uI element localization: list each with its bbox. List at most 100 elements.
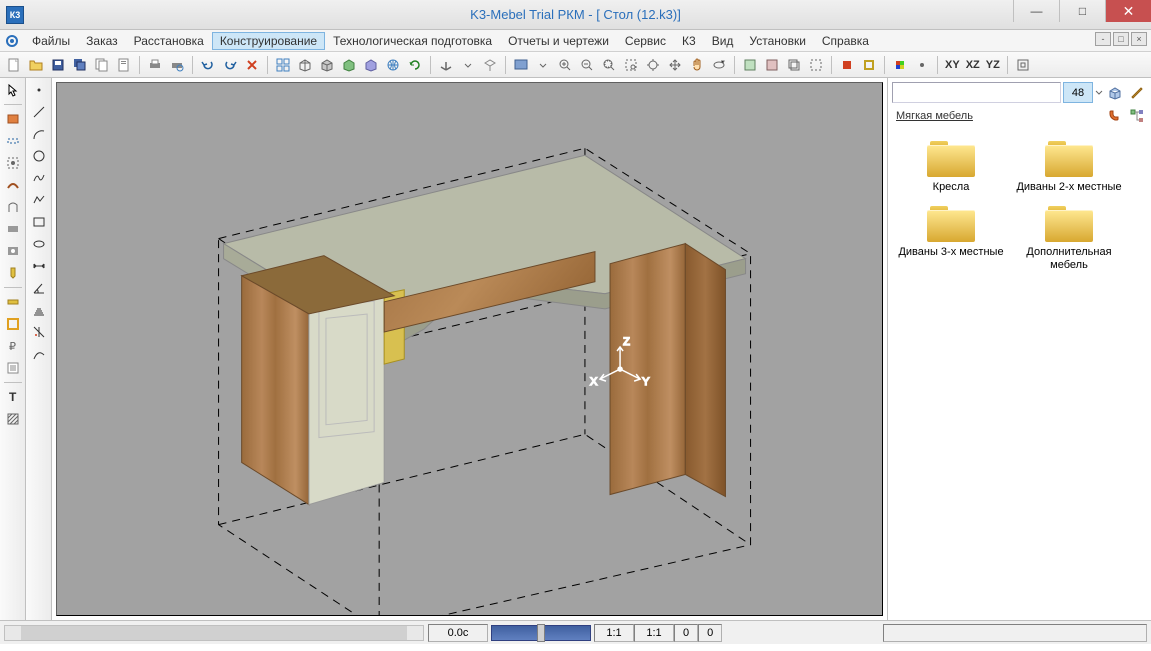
open-file-icon[interactable]	[26, 55, 46, 75]
layers-icon[interactable]	[784, 55, 804, 75]
extrude-icon[interactable]	[3, 197, 23, 217]
dot-icon[interactable]	[912, 55, 932, 75]
spline-icon[interactable]	[29, 168, 49, 188]
phone-icon[interactable]	[1105, 106, 1125, 126]
print-icon[interactable]	[145, 55, 165, 75]
cube-icon[interactable]	[1105, 83, 1125, 103]
plane-xy-button[interactable]: XY	[943, 59, 962, 71]
pan-icon[interactable]	[665, 55, 685, 75]
ellipse-icon[interactable]	[29, 234, 49, 254]
menu-расстановка[interactable]: Расстановка	[126, 32, 212, 50]
angle-icon[interactable]	[29, 278, 49, 298]
color-picker-icon[interactable]	[890, 55, 910, 75]
polyline-icon[interactable]	[29, 190, 49, 210]
dropdown-icon[interactable]	[1095, 82, 1103, 103]
text-icon[interactable]: T	[3, 387, 23, 407]
zoom-fit-icon[interactable]	[599, 55, 619, 75]
library-folder[interactable]: Диваны 2-х местные	[1014, 137, 1124, 194]
snap-icon[interactable]	[480, 55, 500, 75]
trim-icon[interactable]	[29, 322, 49, 342]
minimize-button[interactable]: —	[1013, 0, 1059, 22]
extend-icon[interactable]	[29, 344, 49, 364]
extents-icon[interactable]	[1013, 55, 1033, 75]
screen-icon[interactable]	[511, 55, 531, 75]
print-preview-icon[interactable]	[167, 55, 187, 75]
shade-icon[interactable]	[29, 300, 49, 320]
menu-отчеты и чертежи[interactable]: Отчеты и чертежи	[500, 32, 617, 50]
box-green-icon[interactable]	[339, 55, 359, 75]
3d-viewport[interactable]: Z X Y	[56, 82, 883, 616]
mdi-minimize-button[interactable]: -	[1095, 32, 1111, 46]
zoom-out-icon[interactable]	[577, 55, 597, 75]
menu-сервис[interactable]: Сервис	[617, 32, 674, 50]
gray-panel-icon[interactable]	[3, 219, 23, 239]
line-icon[interactable]	[29, 102, 49, 122]
save-all-icon[interactable]	[70, 55, 90, 75]
library-count-badge[interactable]: 48	[1063, 82, 1093, 103]
curve-panel-icon[interactable]	[3, 175, 23, 195]
library-category-tab[interactable]: Мягкая мебель	[892, 108, 1103, 124]
red-flag-icon[interactable]	[837, 55, 857, 75]
close-button[interactable]: ✕	[1105, 0, 1151, 22]
hatch-icon[interactable]	[3, 409, 23, 429]
horizontal-scrollbar[interactable]	[4, 625, 424, 641]
status-slider[interactable]	[491, 625, 591, 641]
view-save-icon[interactable]	[740, 55, 760, 75]
currency-icon[interactable]: ₽	[3, 336, 23, 356]
box-wire-icon[interactable]	[295, 55, 315, 75]
dropdown-icon[interactable]	[533, 55, 553, 75]
rect-icon[interactable]	[29, 212, 49, 232]
yellow-flag-icon[interactable]	[859, 55, 879, 75]
settings-icon[interactable]	[1127, 83, 1147, 103]
redo-icon[interactable]	[220, 55, 240, 75]
grid-icon[interactable]	[273, 55, 293, 75]
hole-icon[interactable]	[3, 241, 23, 261]
profile-icon[interactable]	[3, 153, 23, 173]
mdi-close-button[interactable]: ×	[1131, 32, 1147, 46]
menu-вид[interactable]: Вид	[704, 32, 742, 50]
menu-к3[interactable]: К3	[674, 32, 704, 50]
zoom-all-icon[interactable]	[643, 55, 663, 75]
new-file-icon[interactable]	[4, 55, 24, 75]
paste-icon[interactable]	[114, 55, 134, 75]
box-solid-icon[interactable]	[317, 55, 337, 75]
menu-справка[interactable]: Справка	[814, 32, 877, 50]
undo-icon[interactable]	[198, 55, 218, 75]
dropdown-icon[interactable]	[458, 55, 478, 75]
plane-yz-button[interactable]: YZ	[984, 59, 1002, 71]
menu-файлы[interactable]: Файлы	[24, 32, 78, 50]
globe-icon[interactable]	[383, 55, 403, 75]
axis-icon[interactable]	[436, 55, 456, 75]
panel-icon[interactable]	[3, 109, 23, 129]
plane-xz-button[interactable]: XZ	[964, 59, 982, 71]
library-folder[interactable]: Диваны 3-х местные	[896, 202, 1006, 272]
menu-установки[interactable]: Установки	[741, 32, 813, 50]
dimension-icon[interactable]	[29, 256, 49, 276]
menu-конструирование[interactable]: Конструирование	[212, 32, 325, 50]
gold-frame-icon[interactable]	[3, 314, 23, 334]
maximize-button[interactable]: □	[1059, 0, 1105, 22]
menu-технологическая подготовка[interactable]: Технологическая подготовка	[325, 32, 500, 50]
save-icon[interactable]	[48, 55, 68, 75]
menu-заказ[interactable]: Заказ	[78, 32, 125, 50]
box-shaded-icon[interactable]	[361, 55, 381, 75]
library-folder[interactable]: Кресла	[896, 137, 1006, 194]
zoom-in-icon[interactable]	[555, 55, 575, 75]
arc-icon[interactable]	[29, 124, 49, 144]
circle-icon[interactable]	[29, 146, 49, 166]
cursor-icon[interactable]	[3, 80, 23, 100]
copy-icon[interactable]	[92, 55, 112, 75]
clip-icon[interactable]	[806, 55, 826, 75]
gear-icon[interactable]	[4, 33, 20, 49]
zoom-window-icon[interactable]	[621, 55, 641, 75]
point-icon[interactable]	[29, 80, 49, 100]
library-search-input[interactable]	[892, 82, 1061, 103]
marker-icon[interactable]	[3, 263, 23, 283]
list-icon[interactable]	[3, 358, 23, 378]
library-folder[interactable]: Дополнительная мебель	[1014, 202, 1124, 272]
refresh-icon[interactable]	[405, 55, 425, 75]
rotate-icon[interactable]	[709, 55, 729, 75]
edge-icon[interactable]	[3, 131, 23, 151]
tree-icon[interactable]	[1127, 106, 1147, 126]
view-restore-icon[interactable]	[762, 55, 782, 75]
